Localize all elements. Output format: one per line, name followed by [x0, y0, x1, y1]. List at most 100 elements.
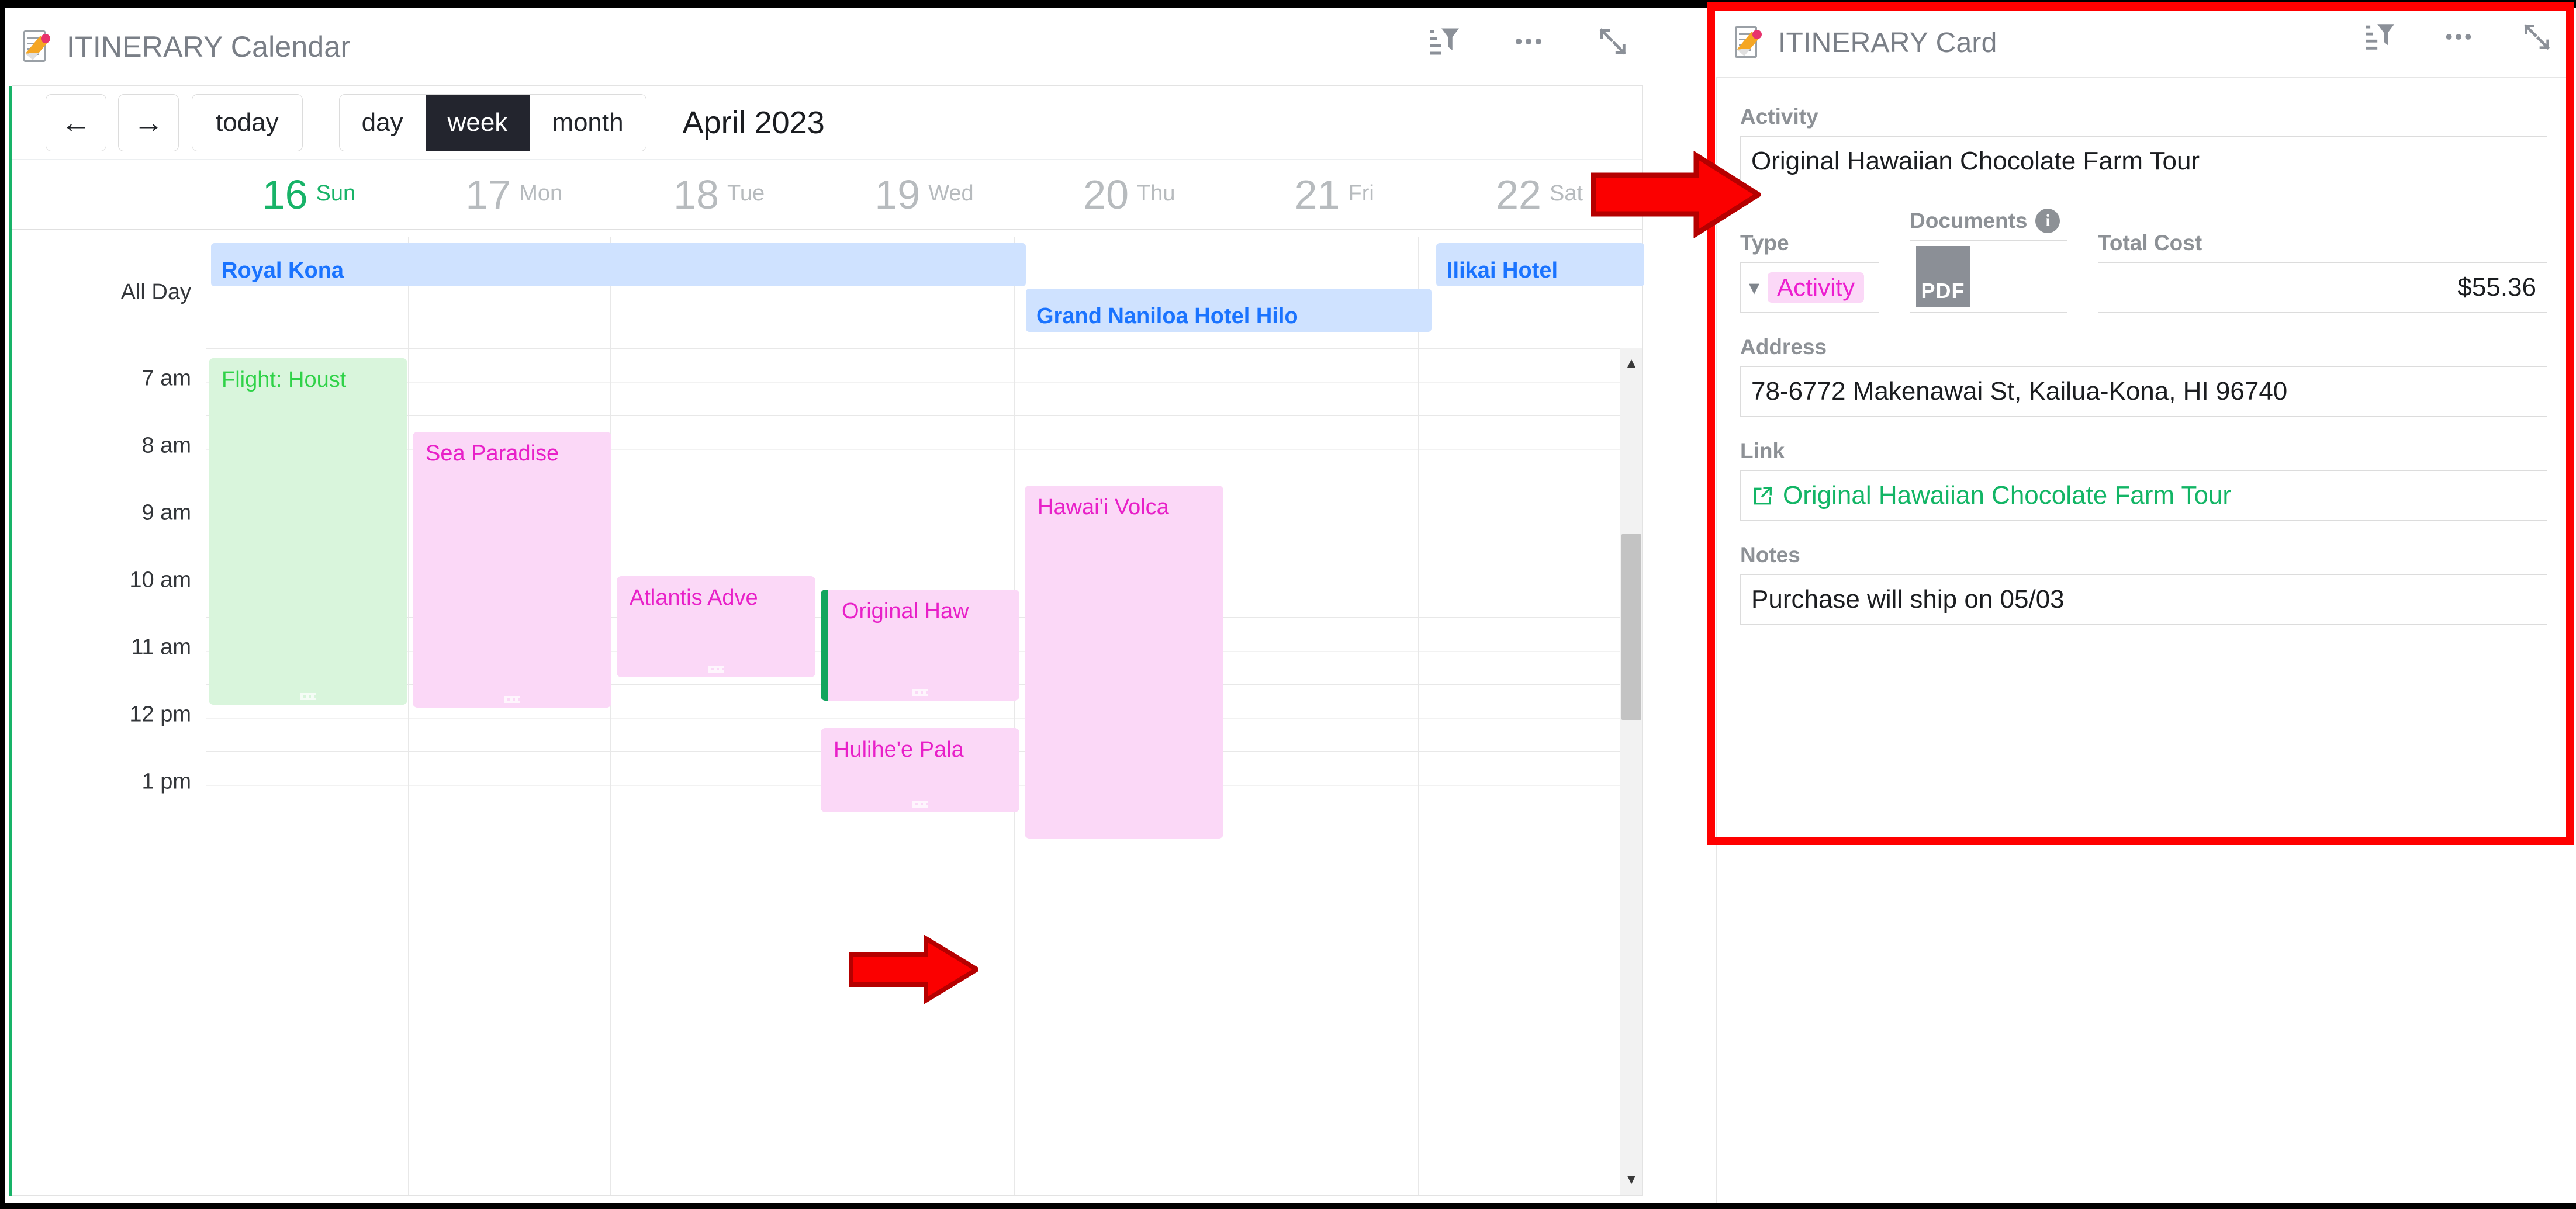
time-grid: 7 am 8 am 9 am 10 am 11 am 12 pm 1 pm Fl…	[12, 348, 1642, 1195]
day-header-20[interactable]: 20 Thu	[1026, 160, 1232, 229]
resize-grip[interactable]	[300, 693, 316, 700]
view-switcher: day week month	[338, 93, 646, 151]
grid-hour-line	[206, 415, 1642, 416]
all-day-event-ilikai-hotel[interactable]: Ilikai Hotel	[1436, 243, 1644, 286]
bottom-black-bar	[0, 1203, 2576, 1209]
time-label-1pm: 1 pm	[141, 769, 191, 794]
calendar-header-tools	[1425, 22, 1632, 61]
header-divider	[12, 229, 1642, 237]
documents-field-group: Documents i PDF	[1910, 209, 2067, 313]
event-sea-paradise[interactable]: Sea Paradise	[413, 432, 611, 708]
type-select[interactable]: ▾ Activity	[1740, 262, 1879, 313]
type-field-group: Type ▾ Activity	[1740, 231, 1879, 313]
expand-icon[interactable]	[2518, 18, 2556, 56]
day-number: 21	[1294, 171, 1340, 217]
time-gutter-header	[12, 160, 206, 229]
all-day-row: All Day Royal Kona Ilikai Hotel Grand Na…	[12, 237, 1644, 348]
day-header-17[interactable]: 17 Mon	[412, 160, 617, 229]
chevron-down-icon[interactable]: ▾	[1749, 275, 1759, 300]
link-label: Link	[1740, 439, 1785, 463]
all-day-event-royal-kona[interactable]: Royal Kona	[211, 243, 1026, 286]
time-grid-scroll-area[interactable]: 7 am 8 am 9 am 10 am 11 am 12 pm 1 pm Fl…	[12, 348, 1642, 1195]
card-header-tools	[2361, 18, 2556, 56]
scroll-down-arrow[interactable]: ▼	[1620, 1168, 1643, 1191]
day-header-row: 16 Sun 17 Mon 18 Tue 19 Wed 20 Thu 21 Fr…	[12, 159, 1642, 229]
calendar-period-title: April 2023	[682, 105, 825, 140]
notes-input[interactable]: Purchase will ship on 05/03	[1740, 574, 2547, 625]
total-cost-input[interactable]: $55.36	[2098, 262, 2547, 313]
activity-field-group: Activity Original Hawaiian Chocolate Far…	[1740, 105, 2547, 186]
notes-label: Notes	[1740, 543, 1800, 567]
scroll-up-arrow[interactable]: ▲	[1620, 352, 1643, 375]
resize-grip[interactable]	[912, 801, 928, 808]
more-options-icon[interactable]	[2439, 18, 2478, 56]
event-atlantis-adventure[interactable]: Atlantis Adve	[617, 576, 815, 677]
day-name: Thu	[1137, 181, 1175, 206]
day-number: 22	[1496, 171, 1541, 217]
day-header-19[interactable]: 19 Wed	[822, 160, 1027, 229]
link-text: Original Hawaiian Chocolate Farm Tour	[1783, 481, 2232, 510]
event-title: Hawai'i Volca	[1038, 495, 1169, 519]
calendar-widget-header: ITINERARY Calendar	[5, 8, 1654, 85]
prev-week-button[interactable]: ←	[46, 93, 106, 151]
grid-hour-line	[206, 348, 1642, 349]
event-flight-houston[interactable]: Flight: Houst	[209, 358, 407, 705]
address-label: Address	[1740, 335, 1827, 359]
link-field[interactable]: Original Hawaiian Chocolate Farm Tour	[1740, 470, 2547, 521]
day-name: Tue	[727, 181, 765, 206]
view-week-button[interactable]: week	[425, 94, 530, 151]
grid-column-line	[1417, 348, 1419, 1195]
card-header: ITINERARY Card	[1716, 8, 2571, 77]
all-day-event-grand-naniloa[interactable]: Grand Naniloa Hotel Hilo	[1026, 289, 1432, 332]
day-header-21[interactable]: 21 Fri	[1232, 160, 1437, 229]
time-label-7am: 7 am	[141, 366, 191, 391]
event-original-hawaiian-chocolate-farm-tour[interactable]: Original Haw	[821, 590, 1019, 701]
event-hawaii-volcanoes[interactable]: Hawai'i Volca	[1025, 486, 1223, 839]
filter-sort-icon[interactable]	[1425, 22, 1464, 61]
calendar-vertical-scrollbar[interactable]: ▲ ▼	[1620, 348, 1642, 1195]
documents-box[interactable]: PDF	[1910, 240, 2067, 313]
info-icon[interactable]: i	[2035, 209, 2060, 233]
view-month-button[interactable]: month	[530, 94, 646, 151]
day-header-22[interactable]: 22 Sat	[1437, 160, 1642, 229]
grid-half-hour-line	[206, 718, 1642, 719]
resize-grip[interactable]	[912, 689, 928, 696]
next-week-button[interactable]: →	[118, 93, 179, 151]
event-title: Atlantis Adve	[630, 586, 758, 610]
all-day-label: All Day	[120, 280, 191, 304]
type-value-pill: Activity	[1768, 272, 1865, 303]
event-hulihee-palace[interactable]: Hulihe'e Pala	[821, 728, 1019, 812]
pdf-thumbnail[interactable]: PDF	[1916, 246, 1970, 307]
calendar-toolbar: ← → today day week month April 2023	[12, 86, 1642, 159]
external-link-icon[interactable]	[1751, 484, 1773, 507]
time-gutter: 7 am 8 am 9 am 10 am 11 am 12 pm 1 pm	[12, 348, 206, 1195]
documents-label: Documents	[1910, 209, 2028, 233]
grid-half-hour-line	[206, 382, 1642, 383]
all-day-grid: Royal Kona Ilikai Hotel Grand Naniloa Ho…	[206, 237, 1644, 348]
expand-icon[interactable]	[1593, 22, 1632, 61]
day-header-16[interactable]: 16 Sun	[206, 160, 412, 229]
address-input[interactable]: 78-6772 Makenawai St, Kailua-Kona, HI 96…	[1740, 366, 2547, 417]
view-day-button[interactable]: day	[339, 94, 426, 151]
activity-input[interactable]: Original Hawaiian Chocolate Farm Tour	[1740, 136, 2547, 186]
card-form: Activity Original Hawaiian Chocolate Far…	[1716, 77, 2571, 1203]
resize-grip[interactable]	[708, 666, 724, 673]
resize-grip[interactable]	[504, 696, 520, 703]
time-label-8am: 8 am	[141, 433, 191, 458]
time-label-11am: 11 am	[131, 635, 191, 660]
document-pencil-icon	[1735, 26, 1765, 59]
calendar-widget: ITINERARY Calendar ← → today day week mo…	[5, 8, 1654, 1203]
document-pencil-icon	[23, 30, 54, 63]
day-name: Mon	[519, 181, 563, 206]
notes-field-group: Notes Purchase will ship on 05/03	[1740, 543, 2547, 625]
top-black-bar	[0, 0, 2576, 8]
scrollbar-thumb[interactable]	[1621, 534, 1641, 720]
day-header-18[interactable]: 18 Tue	[617, 160, 822, 229]
today-button[interactable]: today	[192, 93, 303, 151]
calendar-body: ← → today day week month April 2023 16 S…	[12, 85, 1644, 1196]
more-options-icon[interactable]	[1509, 22, 1548, 61]
type-label: Type	[1740, 231, 1789, 255]
day-number: 18	[673, 171, 720, 217]
filter-sort-icon[interactable]	[2361, 18, 2399, 56]
day-name: Wed	[928, 181, 974, 206]
